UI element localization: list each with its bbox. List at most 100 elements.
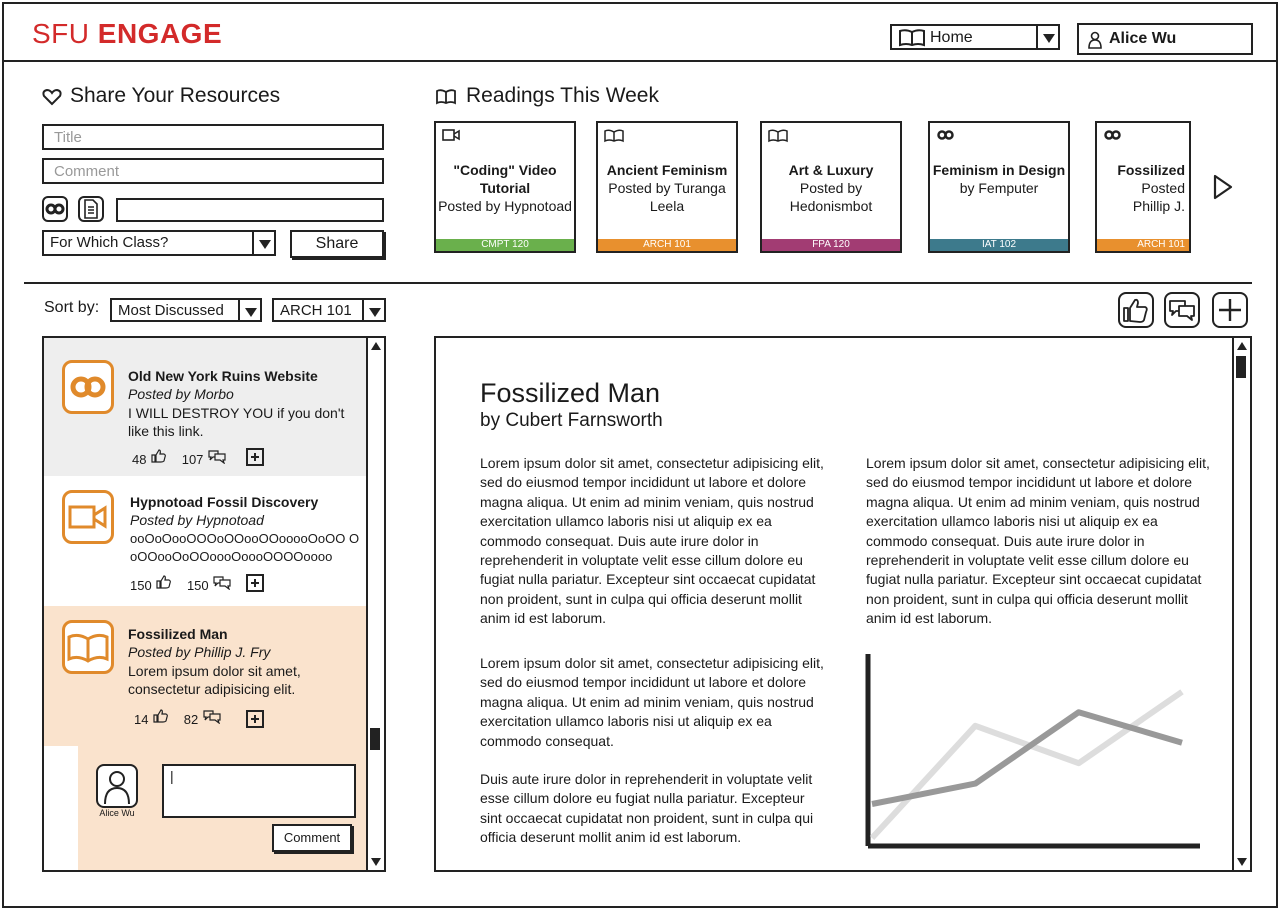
- card-title-line1: Art & Luxury: [788, 162, 874, 178]
- comments-icon[interactable]: [202, 708, 222, 725]
- scroll-up-icon[interactable]: [1237, 342, 1247, 350]
- list-item[interactable]: Hypnotoad Fossil Discovery Posted by Hyp…: [44, 476, 368, 606]
- chevron-down-icon[interactable]: [1036, 26, 1058, 48]
- share-button[interactable]: Share: [290, 230, 384, 258]
- like-count: 150: [130, 578, 152, 593]
- thumbs-up-icon[interactable]: [150, 448, 168, 464]
- card-title-line2: Tutorial: [479, 180, 531, 196]
- card-title-line1: Feminism in Design: [932, 162, 1066, 178]
- list-scrollbar[interactable]: [366, 338, 384, 870]
- reply-input[interactable]: |: [162, 764, 356, 818]
- scroll-up-icon[interactable]: [371, 342, 381, 350]
- class-select-value: For Which Class?: [50, 234, 169, 251]
- sort-order-select[interactable]: Most Discussed: [110, 298, 262, 322]
- reading-card[interactable]: Ancient Feminism Posted by Turanga Leela…: [596, 121, 738, 253]
- course-tag: ARCH 101: [1097, 239, 1189, 251]
- chevron-down-icon[interactable]: [362, 300, 384, 320]
- like-count: 48: [132, 452, 147, 467]
- scroll-down-icon[interactable]: [371, 858, 381, 866]
- file-type-button[interactable]: [78, 196, 104, 222]
- thumbs-up-icon: [1123, 298, 1148, 323]
- comment-placeholder: Comment: [54, 163, 120, 180]
- thumbs-up-icon[interactable]: [152, 708, 170, 724]
- user-name: Alice Wu: [1109, 30, 1177, 47]
- brand-logo[interactable]: SFU ENGAGE: [32, 18, 222, 50]
- like-button[interactable]: [1118, 292, 1154, 328]
- reading-card-partial[interactable]: Fossilized Posted Phillip J. ARCH 101: [1095, 121, 1191, 253]
- item-title[interactable]: Old New York Ruins Website: [128, 368, 318, 384]
- article-paragraph: Lorem ipsum dolor sit amet, consectetur …: [480, 655, 824, 749]
- nav-select-value: Home: [930, 29, 973, 46]
- item-description: Lorem ipsum dolor sit amet, consectetur …: [128, 663, 301, 697]
- chart-series-line: [869, 689, 1184, 841]
- list-item[interactable]: Old New York Ruins Website Posted by Mor…: [44, 338, 368, 476]
- article-reader: Fossilized Man by Cubert Farnsworth Lore…: [434, 336, 1252, 872]
- title-input[interactable]: Title: [42, 124, 384, 150]
- comments-icon: [1169, 300, 1195, 321]
- sort-order-value: Most Discussed: [118, 302, 224, 319]
- add-item-button[interactable]: [246, 710, 264, 728]
- book-icon: [436, 89, 456, 105]
- like-count: 14: [134, 712, 149, 727]
- reading-card[interactable]: "Coding" Video Tutorial Posted by Hypnot…: [434, 121, 576, 253]
- item-title[interactable]: Hypnotoad Fossil Discovery: [130, 494, 318, 510]
- user-menu[interactable]: Alice Wu: [1077, 23, 1253, 55]
- list-item-selected[interactable]: Fossilized Man Posted by Phillip J. Fry …: [44, 606, 368, 746]
- card-poster-line1: Posted by Hypnotoad: [438, 198, 572, 214]
- readings-section-title: Readings This Week: [436, 84, 696, 110]
- url-input[interactable]: [116, 198, 384, 222]
- add-item-button[interactable]: [246, 448, 264, 466]
- course-tag: FPA 120: [762, 239, 900, 251]
- link-icon: [937, 130, 954, 140]
- title-placeholder: Title: [54, 129, 82, 146]
- resource-list[interactable]: Old New York Ruins Website Posted by Mor…: [42, 336, 386, 872]
- comment-count: 150: [186, 578, 209, 593]
- reading-card[interactable]: Feminism in Design by Femputer IAT 102: [928, 121, 1070, 253]
- card-title-line1: Ancient Feminism: [606, 162, 728, 178]
- course-tag: ARCH 101: [598, 239, 736, 251]
- course-filter-value: ARCH 101: [280, 302, 352, 319]
- article-byline: by Cubert Farnsworth: [480, 410, 663, 431]
- item-stats: 150 150: [130, 574, 232, 593]
- book-icon: [899, 29, 925, 47]
- class-select[interactable]: For Which Class?: [42, 230, 276, 256]
- scroll-thumb[interactable]: [370, 728, 380, 750]
- discuss-button[interactable]: [1164, 292, 1200, 328]
- thumbs-up-icon[interactable]: [155, 574, 173, 590]
- readings-title: Readings This Week: [466, 84, 659, 107]
- course-filter-select[interactable]: ARCH 101: [272, 298, 386, 322]
- card-poster-line1: Posted: [1141, 180, 1185, 196]
- scroll-down-icon[interactable]: [1237, 858, 1247, 866]
- add-item-button[interactable]: [246, 574, 264, 592]
- section-divider: [24, 282, 1252, 284]
- book-icon: [62, 620, 114, 674]
- plus-icon: [1219, 299, 1241, 321]
- comment-input[interactable]: Comment: [42, 158, 384, 184]
- item-title[interactable]: Fossilized Man: [128, 626, 228, 642]
- article-paragraph: Lorem ipsum dolor sit amet, consectetur …: [480, 455, 824, 627]
- comment-button[interactable]: Comment: [272, 824, 352, 852]
- article-scrollbar[interactable]: [1232, 338, 1250, 870]
- card-poster-line1: Posted by: [799, 180, 863, 196]
- card-title-line1: "Coding" Video: [453, 162, 557, 178]
- reply-value: |: [170, 768, 174, 784]
- card-poster-line2: Phillip J.: [1132, 198, 1185, 214]
- article-paragraph: Duis aute irure dolor in reprehenderit i…: [480, 771, 814, 846]
- chevron-down-icon[interactable]: [252, 232, 274, 254]
- share-section-title: Share Your Resources: [42, 84, 302, 110]
- document-icon: [84, 199, 98, 219]
- reading-card[interactable]: Art & Luxury Posted by Hedonismbot FPA 1…: [760, 121, 902, 253]
- item-poster: Posted by Morbo: [128, 386, 234, 402]
- item-poster: Posted by Hypnotoad: [130, 512, 264, 528]
- comments-icon[interactable]: [207, 448, 227, 465]
- comment-count: 107: [181, 452, 204, 467]
- comments-icon[interactable]: [212, 574, 232, 591]
- add-button[interactable]: [1212, 292, 1248, 328]
- scroll-thumb[interactable]: [1236, 356, 1246, 378]
- nav-select[interactable]: Home: [890, 24, 1060, 50]
- header: SFU ENGAGE Home Alice Wu: [2, 2, 1278, 62]
- chevron-down-icon[interactable]: [238, 300, 260, 320]
- link-type-button[interactable]: [42, 196, 68, 222]
- item-description: ooOoOooOOOoOOooOOooooOoOO OoOOooOoOOoooO…: [130, 531, 360, 564]
- next-arrow-icon[interactable]: [1212, 174, 1234, 200]
